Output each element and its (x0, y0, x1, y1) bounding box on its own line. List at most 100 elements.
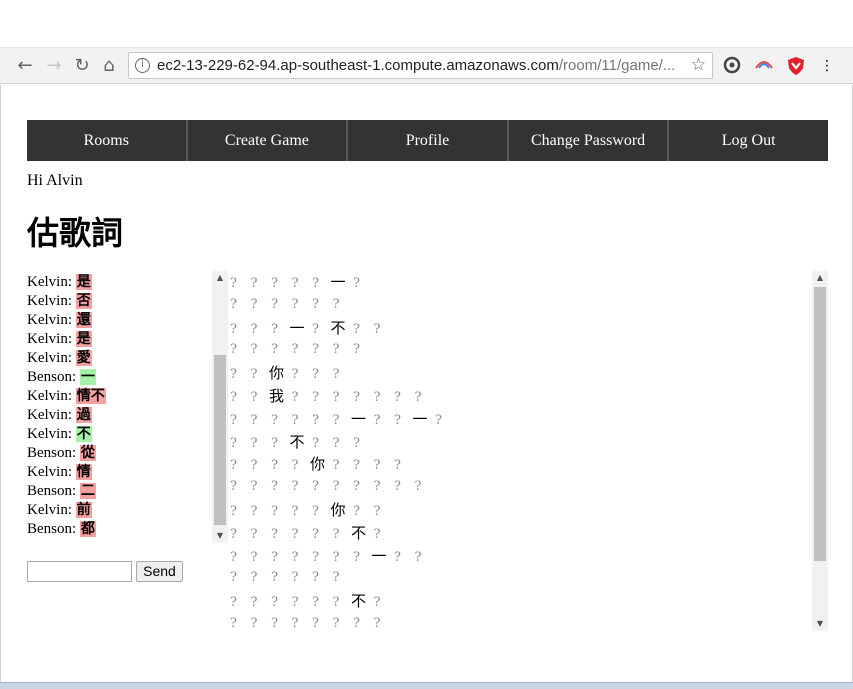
main-menu: Rooms Create Game Profile Change Passwor… (27, 120, 828, 161)
chat-message: Kelvin: 情 (27, 463, 212, 482)
scroll-up-icon[interactable]: ▲ (812, 271, 828, 285)
send-button[interactable]: Send (136, 561, 183, 582)
chat-sender: Kelvin: (27, 388, 72, 404)
back-icon[interactable]: ← (13, 54, 37, 78)
hidden-character: ? (230, 458, 237, 474)
chat-sender: Kelvin: (27, 407, 72, 423)
chat-guess: 情 (75, 464, 92, 480)
scroll-down-icon[interactable]: ▼ (212, 529, 228, 543)
hidden-character: ? (271, 435, 278, 451)
hidden-character: ? (250, 296, 258, 312)
hidden-character: ? (250, 458, 258, 474)
hidden-character: ? (332, 296, 340, 312)
info-icon[interactable]: i (135, 58, 150, 73)
hidden-character: ? (394, 458, 401, 474)
hidden-character: ? (291, 526, 299, 542)
chat-messages: Kelvin: 是 Kelvin: 否 Kelvin: 還 Kelvin: 是 Kelv… (27, 271, 212, 539)
chat-scrollbar[interactable]: ▲ ▼ (212, 271, 228, 543)
hidden-character: ? (250, 549, 258, 565)
lyric-line: ????? 你?? (228, 499, 828, 522)
home-icon[interactable]: ⌂ (97, 54, 121, 78)
rainbow-extension-icon[interactable] (754, 56, 774, 76)
chat-message: Kelvin: 愛 (27, 349, 212, 368)
lyrics-lines: ????? 一?????????? 一? 不??????????? 你????? 我???… (228, 271, 828, 631)
hidden-character: ? (271, 526, 278, 542)
hidden-character: ? (291, 549, 299, 565)
chat-message: Kelvin: 還 (27, 311, 212, 330)
hidden-character: ? (250, 435, 258, 451)
hidden-character: ? (230, 321, 237, 337)
star-icon[interactable]: ☆ (691, 53, 706, 78)
hidden-character: ? (291, 342, 299, 358)
lyric-line: ?????? (228, 294, 828, 317)
hidden-character: ? (291, 458, 299, 474)
menu-item-create-game[interactable]: Create Game (188, 120, 349, 161)
menu-item-log-out[interactable]: Log Out (669, 120, 828, 161)
scroll-up-icon[interactable]: ▲ (212, 271, 228, 285)
chat-guess: 情不 (75, 388, 106, 404)
hidden-character: ? (312, 503, 319, 519)
lyric-line: ?????? 不? (228, 590, 828, 613)
reload-icon[interactable]: ↻ (70, 54, 94, 78)
hidden-character: ? (291, 479, 299, 495)
hidden-character: ? (373, 595, 381, 611)
hidden-character: ? (312, 412, 319, 428)
chat-sender: Kelvin: (27, 502, 72, 518)
hidden-character: ? (250, 526, 258, 542)
hidden-character: ? (332, 435, 340, 451)
hidden-character: ? (271, 458, 278, 474)
chat-log[interactable]: Kelvin: 是 Kelvin: 否 Kelvin: 還 Kelvin: 是 Kelv… (27, 271, 228, 543)
menu-item-rooms[interactable]: Rooms (27, 120, 188, 161)
lyric-line: ??????? (228, 339, 828, 362)
chat-message: Benson: 從 (27, 444, 212, 463)
hidden-character: ? (230, 526, 237, 542)
hidden-character: ? (414, 479, 422, 495)
chat-guess: 還 (75, 312, 92, 328)
extension-icon[interactable] (722, 56, 742, 76)
chat-guess: 都 (79, 521, 96, 537)
chat-guess: 否 (75, 293, 92, 309)
forward-icon[interactable]: → (42, 54, 66, 78)
scroll-down-icon[interactable]: ▼ (812, 617, 828, 631)
hidden-character: ? (332, 479, 340, 495)
lyrics-scroll-thumb[interactable] (814, 287, 826, 561)
revealed-character: 不 (330, 318, 346, 337)
address-bar[interactable]: i ec2-13-229-62-94.ap-southeast-1.comput… (128, 52, 713, 79)
hidden-character: ? (230, 435, 237, 451)
hidden-character: ? (373, 412, 381, 428)
lyrics-scrollbar[interactable]: ▲ ▼ (812, 271, 828, 631)
hidden-character: ? (394, 412, 401, 428)
chat-guess: 過 (75, 407, 92, 423)
chat-sender: Kelvin: (27, 293, 72, 309)
hidden-character: ? (373, 389, 381, 405)
lyric-line: ?? 我??????? (228, 385, 828, 408)
hidden-character: ? (250, 367, 258, 383)
lyric-line: ?? 你??? (228, 362, 828, 385)
menu-item-change-password[interactable]: Change Password (509, 120, 670, 161)
hidden-character: ? (230, 503, 237, 519)
revealed-character: 我 (269, 386, 285, 405)
hidden-character: ? (230, 367, 237, 383)
chat-input[interactable] (27, 561, 132, 582)
chat-guess: 不 (75, 426, 92, 442)
chat-sender: Kelvin: (27, 312, 72, 328)
hidden-character: ? (250, 412, 258, 428)
lyric-line: ???????? (228, 613, 828, 631)
shield-extension-icon[interactable] (786, 56, 806, 76)
chat-guess: 一 (79, 369, 96, 385)
lyric-line: ?????? 不? (228, 522, 828, 545)
chat-message: Kelvin: 否 (27, 292, 212, 311)
hidden-character: ? (250, 479, 258, 495)
hidden-character: ? (250, 615, 258, 631)
hidden-character: ? (291, 296, 299, 312)
chat-message: Benson: 二 (27, 482, 212, 501)
hidden-character: ? (332, 412, 340, 428)
menu-dots-icon[interactable]: ⋮ (817, 56, 837, 76)
hidden-character: ? (332, 570, 340, 586)
menu-item-profile[interactable]: Profile (348, 120, 509, 161)
chat-scroll-thumb[interactable] (214, 355, 226, 525)
hidden-character: ? (230, 615, 237, 631)
window-titlebar (0, 0, 853, 48)
window-bottom-frame (0, 682, 853, 689)
hidden-character: ? (271, 549, 278, 565)
